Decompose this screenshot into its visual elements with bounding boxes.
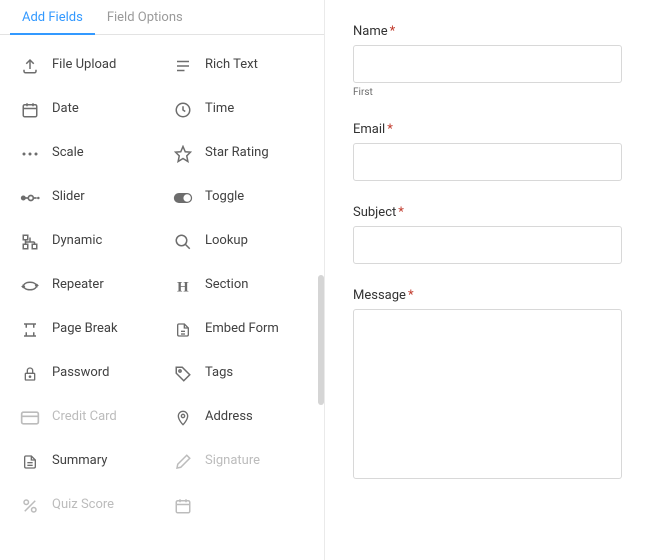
field-label: Scale (52, 145, 84, 162)
field-item-credit-card: Credit Card (14, 397, 163, 441)
summary-icon (20, 452, 40, 472)
field-label: Time (205, 101, 234, 118)
field-label: Tags (205, 365, 233, 382)
field-item-embed-form[interactable]: Embed Form (167, 309, 316, 353)
message-label: Message* (353, 288, 622, 303)
dynamic-icon (20, 232, 40, 252)
field-label: Credit Card (52, 409, 117, 426)
required-asterisk: * (398, 205, 404, 220)
form-field-subject: Subject* (353, 205, 622, 264)
message-textarea[interactable] (353, 309, 622, 479)
field-label: Signature (205, 453, 260, 470)
form-preview: Name* First Email* Subject* Message* (325, 0, 650, 560)
form-field-name: Name* First (353, 24, 622, 98)
repeater-icon (20, 276, 40, 296)
field-label: Rich Text (205, 57, 258, 74)
name-input[interactable] (353, 45, 622, 83)
field-label: Embed Form (205, 321, 279, 338)
tabs: Add Fields Field Options (0, 0, 324, 35)
tab-field-options[interactable]: Field Options (95, 0, 195, 35)
field-item-star-rating[interactable]: Star Rating (167, 133, 316, 177)
field-label: Address (205, 409, 253, 426)
field-item-date[interactable]: Date (14, 89, 163, 133)
scale-icon (20, 144, 40, 164)
field-label: Repeater (52, 277, 104, 294)
heading-icon: H (173, 276, 193, 296)
left-panel: Add Fields Field Options File Upload Rich… (0, 0, 325, 560)
field-label: Date (52, 101, 79, 118)
upload-icon (20, 56, 40, 76)
field-item-scale[interactable]: Scale (14, 133, 163, 177)
slider-icon (20, 188, 40, 208)
pin-icon (173, 408, 193, 428)
field-item-file-upload[interactable]: File Upload (14, 45, 163, 89)
lock-icon (20, 364, 40, 384)
field-item-time[interactable]: Time (167, 89, 316, 133)
subject-label: Subject* (353, 205, 622, 220)
scrollbar-track (316, 35, 324, 560)
percent-icon (20, 496, 40, 516)
calendar-icon (173, 496, 193, 516)
field-label: Password (52, 365, 109, 382)
field-item-address[interactable]: Address (167, 397, 316, 441)
field-item-rich-text[interactable]: Rich Text (167, 45, 316, 89)
star-icon (173, 144, 193, 164)
rich-text-icon (173, 56, 193, 76)
field-item-signature: Signature (167, 441, 316, 485)
subject-input[interactable] (353, 226, 622, 264)
clock-icon (173, 100, 193, 120)
credit-card-icon (20, 408, 40, 428)
field-label: Lookup (205, 233, 248, 250)
field-item-summary[interactable]: Summary (14, 441, 163, 485)
field-label: Page Break (52, 321, 118, 338)
field-label: Toggle (205, 189, 244, 206)
field-item-tags[interactable]: Tags (167, 353, 316, 397)
field-label: Star Rating (205, 145, 269, 162)
tag-icon (173, 364, 193, 384)
field-label: Summary (52, 453, 107, 470)
embed-icon (173, 320, 193, 340)
field-item-page-break[interactable]: Page Break (14, 309, 163, 353)
search-icon (173, 232, 193, 252)
fields-list: File Upload Rich Text Date Time Scale Star Ra… (0, 35, 324, 560)
name-sublabel: First (353, 87, 622, 98)
field-item-lookup[interactable]: Lookup (167, 221, 316, 265)
field-label: Section (205, 277, 248, 294)
field-label: Slider (52, 189, 85, 206)
field-item-placeholder (167, 485, 316, 529)
required-asterisk: * (387, 122, 393, 137)
svg-text:H: H (177, 279, 189, 295)
field-item-quiz-score: Quiz Score (14, 485, 163, 529)
name-label: Name* (353, 24, 622, 39)
toggle-icon (173, 188, 193, 208)
calendar-icon (20, 100, 40, 120)
field-item-password[interactable]: Password (14, 353, 163, 397)
required-asterisk: * (390, 24, 396, 39)
field-item-slider[interactable]: Slider (14, 177, 163, 221)
signature-icon (173, 452, 193, 472)
form-field-message: Message* (353, 288, 622, 483)
page-break-icon (20, 320, 40, 340)
email-label: Email* (353, 122, 622, 137)
field-item-section[interactable]: H Section (167, 265, 316, 309)
tab-add-fields[interactable]: Add Fields (10, 0, 95, 35)
field-label: Quiz Score (52, 497, 114, 514)
required-asterisk: * (408, 288, 414, 303)
field-item-dynamic[interactable]: Dynamic (14, 221, 163, 265)
field-item-toggle[interactable]: Toggle (167, 177, 316, 221)
email-input[interactable] (353, 143, 622, 181)
field-label: File Upload (52, 57, 116, 74)
field-label: Dynamic (52, 233, 102, 250)
form-field-email: Email* (353, 122, 622, 181)
scrollbar-thumb[interactable] (318, 275, 324, 405)
field-item-repeater[interactable]: Repeater (14, 265, 163, 309)
